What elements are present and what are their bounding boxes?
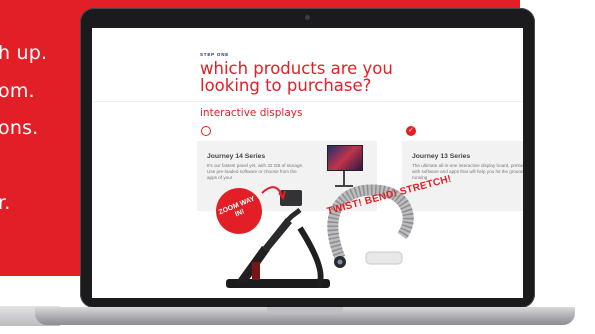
- product-photo-overlay: [226, 184, 414, 288]
